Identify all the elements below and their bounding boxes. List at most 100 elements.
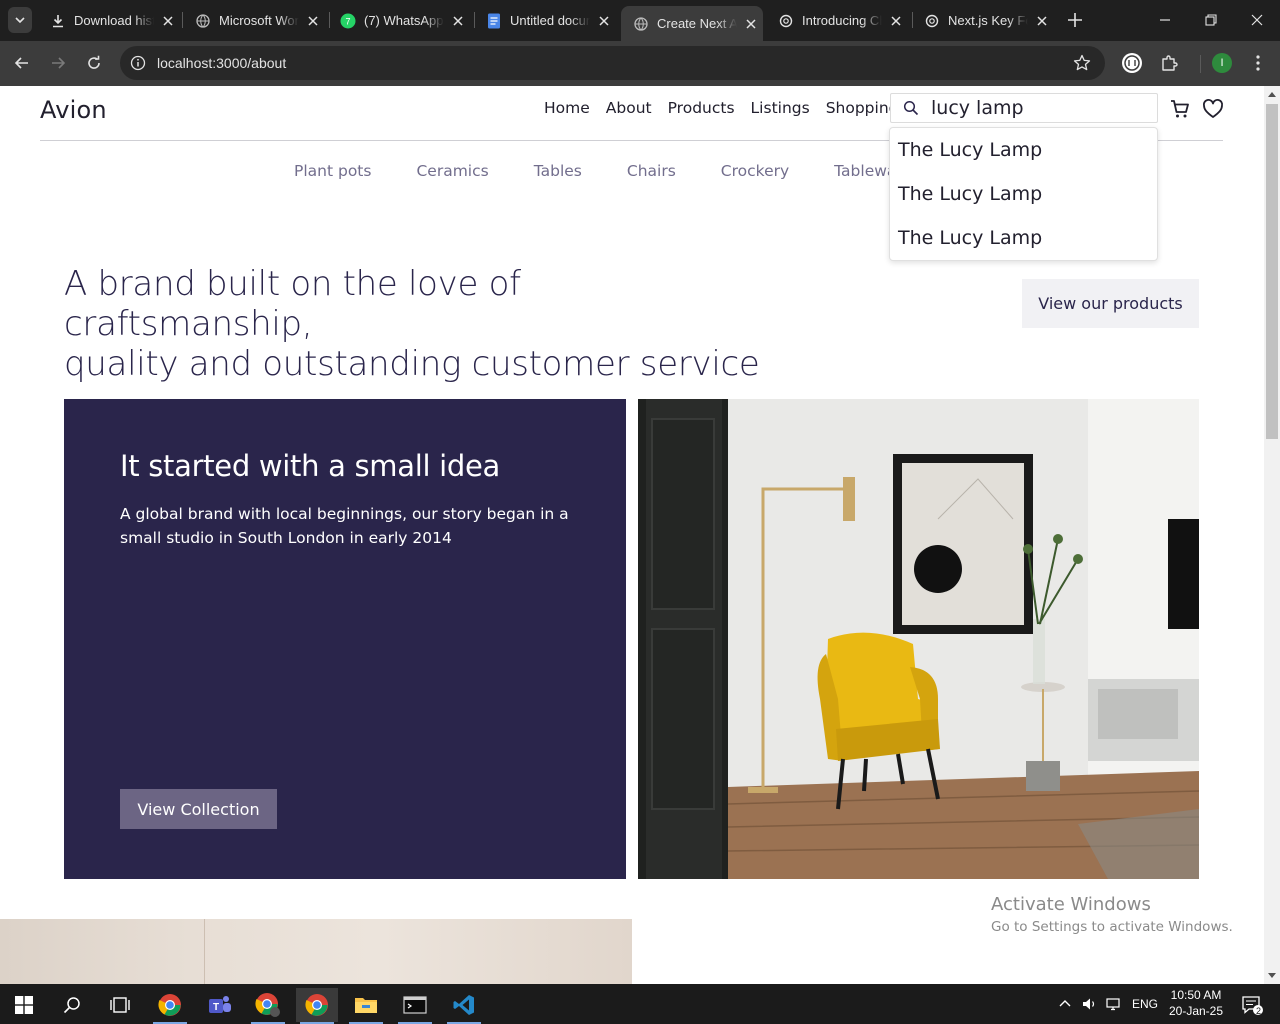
chevron-up-icon[interactable]: [1058, 997, 1072, 1011]
search-input[interactable]: [931, 96, 1151, 120]
address-bar[interactable]: localhost:3000/about: [120, 46, 1105, 80]
task-view-button[interactable]: [99, 988, 141, 1022]
tab-whatsapp[interactable]: 7 (7) WhatsApp: [328, 6, 466, 35]
speaker-icon[interactable]: [1082, 997, 1098, 1011]
close-window-button[interactable]: [1245, 8, 1269, 32]
vscode-icon: [453, 995, 474, 1015]
forward-button[interactable]: [47, 52, 69, 74]
taskbar-file-explorer[interactable]: [345, 988, 387, 1024]
story-title: It started with a small idea: [120, 449, 501, 483]
tab-title: Download history: [74, 13, 154, 28]
minimize-button[interactable]: [1153, 8, 1177, 32]
close-tab-icon[interactable]: [305, 13, 321, 29]
taskbar-teams[interactable]: T: [199, 988, 241, 1022]
scroll-down-icon[interactable]: [1268, 973, 1276, 978]
scrollbar-thumb[interactable]: [1266, 104, 1278, 439]
search-result-item[interactable]: The Lucy Lamp: [890, 128, 1157, 172]
story-card: It started with a small idea A global br…: [64, 399, 626, 879]
search-box[interactable]: [890, 93, 1158, 123]
heart-icon[interactable]: [1202, 98, 1224, 120]
tab-title: Create Next App: [657, 16, 737, 31]
download-icon: [50, 13, 66, 29]
taskbar-vscode[interactable]: [443, 988, 485, 1024]
search-icon: [63, 997, 80, 1014]
arrow-left-icon: [14, 57, 28, 69]
globe-icon: [195, 13, 211, 29]
tab-nextjs-key-features[interactable]: Next.js Key Features: [912, 6, 1050, 35]
clock-time: 10:50 AM: [1170, 988, 1222, 1002]
tab-download-history[interactable]: Download history: [38, 6, 176, 35]
windows-taskbar: T ENG 10:50 AM 20-Jan-25 2: [0, 984, 1280, 1024]
back-button[interactable]: [11, 52, 33, 74]
nav-link-about[interactable]: About: [606, 99, 652, 117]
taskbar-chrome-profile[interactable]: [247, 988, 289, 1024]
chevron-down-icon: [15, 17, 25, 24]
taskbar-search-button[interactable]: [51, 988, 93, 1022]
tab-microsoft-word[interactable]: Microsoft Word: [183, 6, 321, 35]
category-tables[interactable]: Tables: [534, 162, 582, 180]
close-icon: [1251, 14, 1263, 26]
close-tab-icon[interactable]: [1034, 13, 1050, 29]
watermark-title: Activate Windows: [991, 894, 1151, 915]
nav-link-home[interactable]: Home: [544, 99, 590, 117]
chrome-icon: [305, 994, 328, 1016]
browser-toolbar: localhost:3000/about I: [0, 41, 1280, 86]
taskbar-terminal[interactable]: [394, 988, 436, 1024]
more-vertical-icon: [1256, 55, 1260, 71]
category-chairs[interactable]: Chairs: [627, 162, 676, 180]
network-icon[interactable]: [1106, 997, 1122, 1011]
url-text: localhost:3000/about: [157, 55, 287, 71]
category-ceramics[interactable]: Ceramics: [416, 162, 488, 180]
bookmark-star-icon[interactable]: [1073, 54, 1091, 72]
clock-date: 20-Jan-25: [1168, 1004, 1224, 1018]
close-tab-icon[interactable]: [888, 13, 904, 29]
tab-create-next-app[interactable]: Create Next App: [621, 6, 763, 41]
close-tab-icon[interactable]: [596, 13, 612, 29]
minimize-icon: [1160, 19, 1170, 21]
view-collection-button[interactable]: View Collection: [120, 789, 277, 829]
category-plant-pots[interactable]: Plant pots: [294, 162, 371, 180]
taskbar-chrome[interactable]: [149, 988, 191, 1024]
page-scrollbar[interactable]: [1264, 86, 1280, 984]
start-button[interactable]: [3, 988, 45, 1022]
profile-avatar[interactable]: I: [1212, 53, 1232, 73]
site-logo[interactable]: Avion: [40, 96, 107, 124]
reload-button[interactable]: [83, 52, 105, 74]
restore-button[interactable]: [1199, 8, 1223, 32]
nav-link-shopping[interactable]: Shopping: [826, 99, 899, 117]
tab-untitled-document[interactable]: Untitled document: [474, 6, 612, 35]
scroll-up-icon[interactable]: [1268, 92, 1276, 97]
close-tab-icon[interactable]: [160, 13, 176, 29]
folder-icon: [355, 998, 377, 1013]
extension-button[interactable]: [1121, 52, 1143, 74]
story-text: A global brand with local beginnings, ou…: [120, 505, 569, 547]
taskbar-chrome-active[interactable]: [296, 988, 338, 1024]
tab-introducing-chatgpt[interactable]: Introducing ChatGPT: [766, 6, 904, 35]
search-result-item[interactable]: The Lucy Lamp: [890, 172, 1157, 216]
search-result-item[interactable]: The Lucy Lamp: [890, 216, 1157, 260]
close-tab-icon[interactable]: [743, 16, 759, 32]
info-icon[interactable]: [130, 55, 146, 71]
close-tab-icon[interactable]: [450, 13, 466, 29]
task-view-icon: [110, 997, 130, 1013]
nav-link-products[interactable]: Products: [668, 99, 735, 117]
browser-menu-button[interactable]: [1247, 52, 1269, 74]
category-crockery[interactable]: Crockery: [721, 162, 789, 180]
tab-title: Untitled document: [510, 13, 590, 28]
cart-icon[interactable]: [1169, 98, 1191, 120]
view-products-button[interactable]: View our products: [1022, 279, 1199, 328]
search-results-dropdown: The Lucy Lamp The Lucy Lamp The Lucy Lam…: [889, 127, 1158, 261]
browser-tab-bar: Download history Microsoft Word 7 (7) Wh…: [0, 0, 1280, 41]
extensions-button[interactable]: [1158, 52, 1180, 74]
extension-badge-icon: [1122, 53, 1142, 73]
clock[interactable]: 10:50 AM 20-Jan-25: [1164, 987, 1228, 1019]
nav-link-listings[interactable]: Listings: [751, 99, 810, 117]
plus-icon: [1068, 13, 1082, 27]
image-edge: [204, 919, 205, 984]
tab-search-button[interactable]: [8, 7, 32, 33]
whatsapp-icon: 7: [340, 13, 356, 29]
new-tab-button[interactable]: [1065, 10, 1085, 30]
notification-center-button[interactable]: 2: [1234, 988, 1270, 1022]
language-indicator[interactable]: ENG: [1132, 997, 1158, 1011]
teams-icon: T: [209, 996, 231, 1013]
